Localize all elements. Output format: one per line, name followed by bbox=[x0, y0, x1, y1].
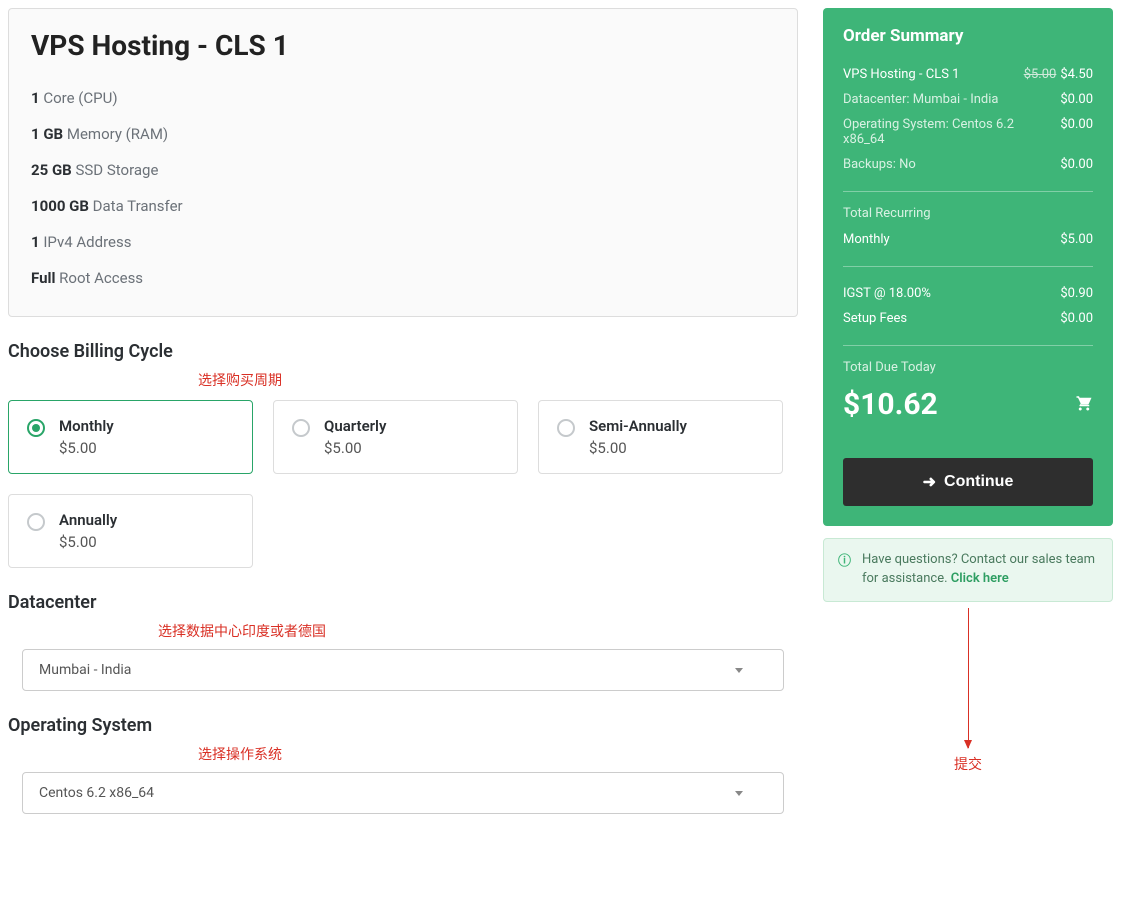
spec-bold: Full bbox=[31, 269, 55, 287]
caret-down-icon bbox=[735, 668, 743, 673]
summary-label: VPS Hosting - CLS 1 bbox=[843, 67, 1014, 82]
continue-label: Continue bbox=[944, 473, 1013, 491]
spec-list: 1 Core (CPU) 1 GB Memory (RAM) 25 GB SSD… bbox=[31, 80, 775, 296]
cart-icon bbox=[1075, 394, 1093, 416]
help-box: ⓘ Have questions? Contact our sales team… bbox=[823, 538, 1113, 602]
radio-icon bbox=[292, 419, 310, 437]
spec-text: SSD Storage bbox=[72, 161, 159, 179]
summary-price: $0.00 bbox=[1060, 117, 1093, 147]
spec-item: 1 IPv4 Address bbox=[31, 224, 775, 260]
cycle-price: $5.00 bbox=[59, 533, 117, 551]
os-heading: Operating System bbox=[8, 715, 798, 736]
arrow-right-icon: ➜ bbox=[923, 472, 936, 492]
os-value: Centos 6.2 x86_64 bbox=[39, 785, 154, 801]
summary-row: VPS Hosting - CLS 1 $5.00$4.50 bbox=[843, 62, 1093, 87]
billing-heading: Choose Billing Cycle bbox=[8, 341, 798, 362]
submit-annotation: 提交 bbox=[823, 754, 1113, 774]
spec-bold: 1 bbox=[31, 89, 40, 107]
summary-label: Setup Fees bbox=[843, 311, 1050, 326]
datacenter-select[interactable]: Mumbai - India bbox=[22, 649, 784, 691]
os-annotation: 选择操作系统 bbox=[198, 744, 798, 764]
summary-label: IGST @ 18.00% bbox=[843, 286, 1050, 301]
cycle-label: Monthly bbox=[59, 417, 114, 435]
due-label: Total Due Today bbox=[843, 360, 1093, 375]
summary-title: Order Summary bbox=[843, 26, 1093, 46]
spec-bold: 1 GB bbox=[31, 125, 63, 143]
strike-price: $5.00 bbox=[1024, 67, 1057, 82]
cycle-price: $5.00 bbox=[59, 439, 114, 457]
summary-label: Operating System: Centos 6.2 x86_64 bbox=[843, 117, 1050, 147]
recurring-label: Total Recurring bbox=[843, 206, 1093, 221]
spec-text: Data Transfer bbox=[89, 197, 183, 215]
spec-item: 1000 GB Data Transfer bbox=[31, 188, 775, 224]
cycle-label: Annually bbox=[59, 511, 117, 529]
spec-text: Memory (RAM) bbox=[63, 125, 168, 143]
cycle-label: Semi-Annually bbox=[589, 417, 687, 435]
datacenter-value: Mumbai - India bbox=[39, 662, 131, 678]
billing-option-annually[interactable]: Annually $5.00 bbox=[8, 494, 253, 568]
summary-row: Setup Fees $0.00 bbox=[843, 306, 1093, 331]
datacenter-heading: Datacenter bbox=[8, 592, 798, 613]
billing-option-semiannually[interactable]: Semi-Annually $5.00 bbox=[538, 400, 783, 474]
spec-item: 25 GB SSD Storage bbox=[31, 152, 775, 188]
spec-text: IPv4 Address bbox=[40, 233, 132, 251]
cycle-price: $5.00 bbox=[589, 439, 687, 457]
summary-label: Backups: No bbox=[843, 157, 1050, 172]
spec-item: Full Root Access bbox=[31, 260, 775, 296]
spec-text: Core (CPU) bbox=[40, 89, 118, 107]
summary-price: $5.00 bbox=[1060, 232, 1093, 247]
spec-bold: 1000 GB bbox=[31, 197, 89, 215]
billing-option-monthly[interactable]: Monthly $5.00 bbox=[8, 400, 253, 474]
radio-icon bbox=[557, 419, 575, 437]
datacenter-annotation: 选择数据中心印度或者德国 bbox=[158, 621, 798, 641]
total-due-amount: $10.62 bbox=[843, 387, 938, 422]
spec-item: 1 Core (CPU) bbox=[31, 80, 775, 116]
info-icon: ⓘ bbox=[838, 553, 851, 572]
caret-down-icon bbox=[735, 791, 743, 796]
radio-icon bbox=[27, 419, 45, 437]
help-link[interactable]: Click here bbox=[951, 571, 1009, 586]
radio-icon bbox=[27, 513, 45, 531]
os-select[interactable]: Centos 6.2 x86_64 bbox=[22, 772, 784, 814]
summary-row: Backups: No $0.00 bbox=[843, 152, 1093, 177]
summary-price: $0.00 bbox=[1060, 311, 1093, 326]
cycle-label: Quarterly bbox=[324, 417, 386, 435]
summary-price: $0.90 bbox=[1060, 286, 1093, 301]
summary-price: $5.00$4.50 bbox=[1024, 67, 1093, 82]
summary-price: $0.00 bbox=[1060, 157, 1093, 172]
cycle-price: $5.00 bbox=[324, 439, 386, 457]
spec-bold: 25 GB bbox=[31, 161, 72, 179]
order-summary-card: Order Summary VPS Hosting - CLS 1 $5.00$… bbox=[823, 8, 1113, 526]
product-panel: VPS Hosting - CLS 1 1 Core (CPU) 1 GB Me… bbox=[8, 8, 798, 317]
billing-option-quarterly[interactable]: Quarterly $5.00 bbox=[273, 400, 518, 474]
product-title: VPS Hosting - CLS 1 bbox=[31, 29, 775, 62]
summary-row: IGST @ 18.00% $0.90 bbox=[843, 281, 1093, 306]
continue-button[interactable]: ➜ Continue bbox=[843, 458, 1093, 506]
summary-row: Operating System: Centos 6.2 x86_64 $0.0… bbox=[843, 112, 1093, 152]
billing-options: Monthly $5.00 Quarterly $5.00 Semi-Annua… bbox=[8, 400, 798, 568]
spec-bold: 1 bbox=[31, 233, 40, 251]
summary-price: $0.00 bbox=[1060, 92, 1093, 107]
summary-row: Datacenter: Mumbai - India $0.00 bbox=[843, 87, 1093, 112]
spec-text: Root Access bbox=[55, 269, 143, 287]
summary-row: Monthly $5.00 bbox=[843, 227, 1093, 252]
billing-annotation: 选择购买周期 bbox=[198, 370, 798, 390]
spec-item: 1 GB Memory (RAM) bbox=[31, 116, 775, 152]
summary-label: Datacenter: Mumbai - India bbox=[843, 92, 1050, 107]
summary-label: Monthly bbox=[843, 232, 1050, 247]
annotation-arrow bbox=[968, 608, 969, 748]
